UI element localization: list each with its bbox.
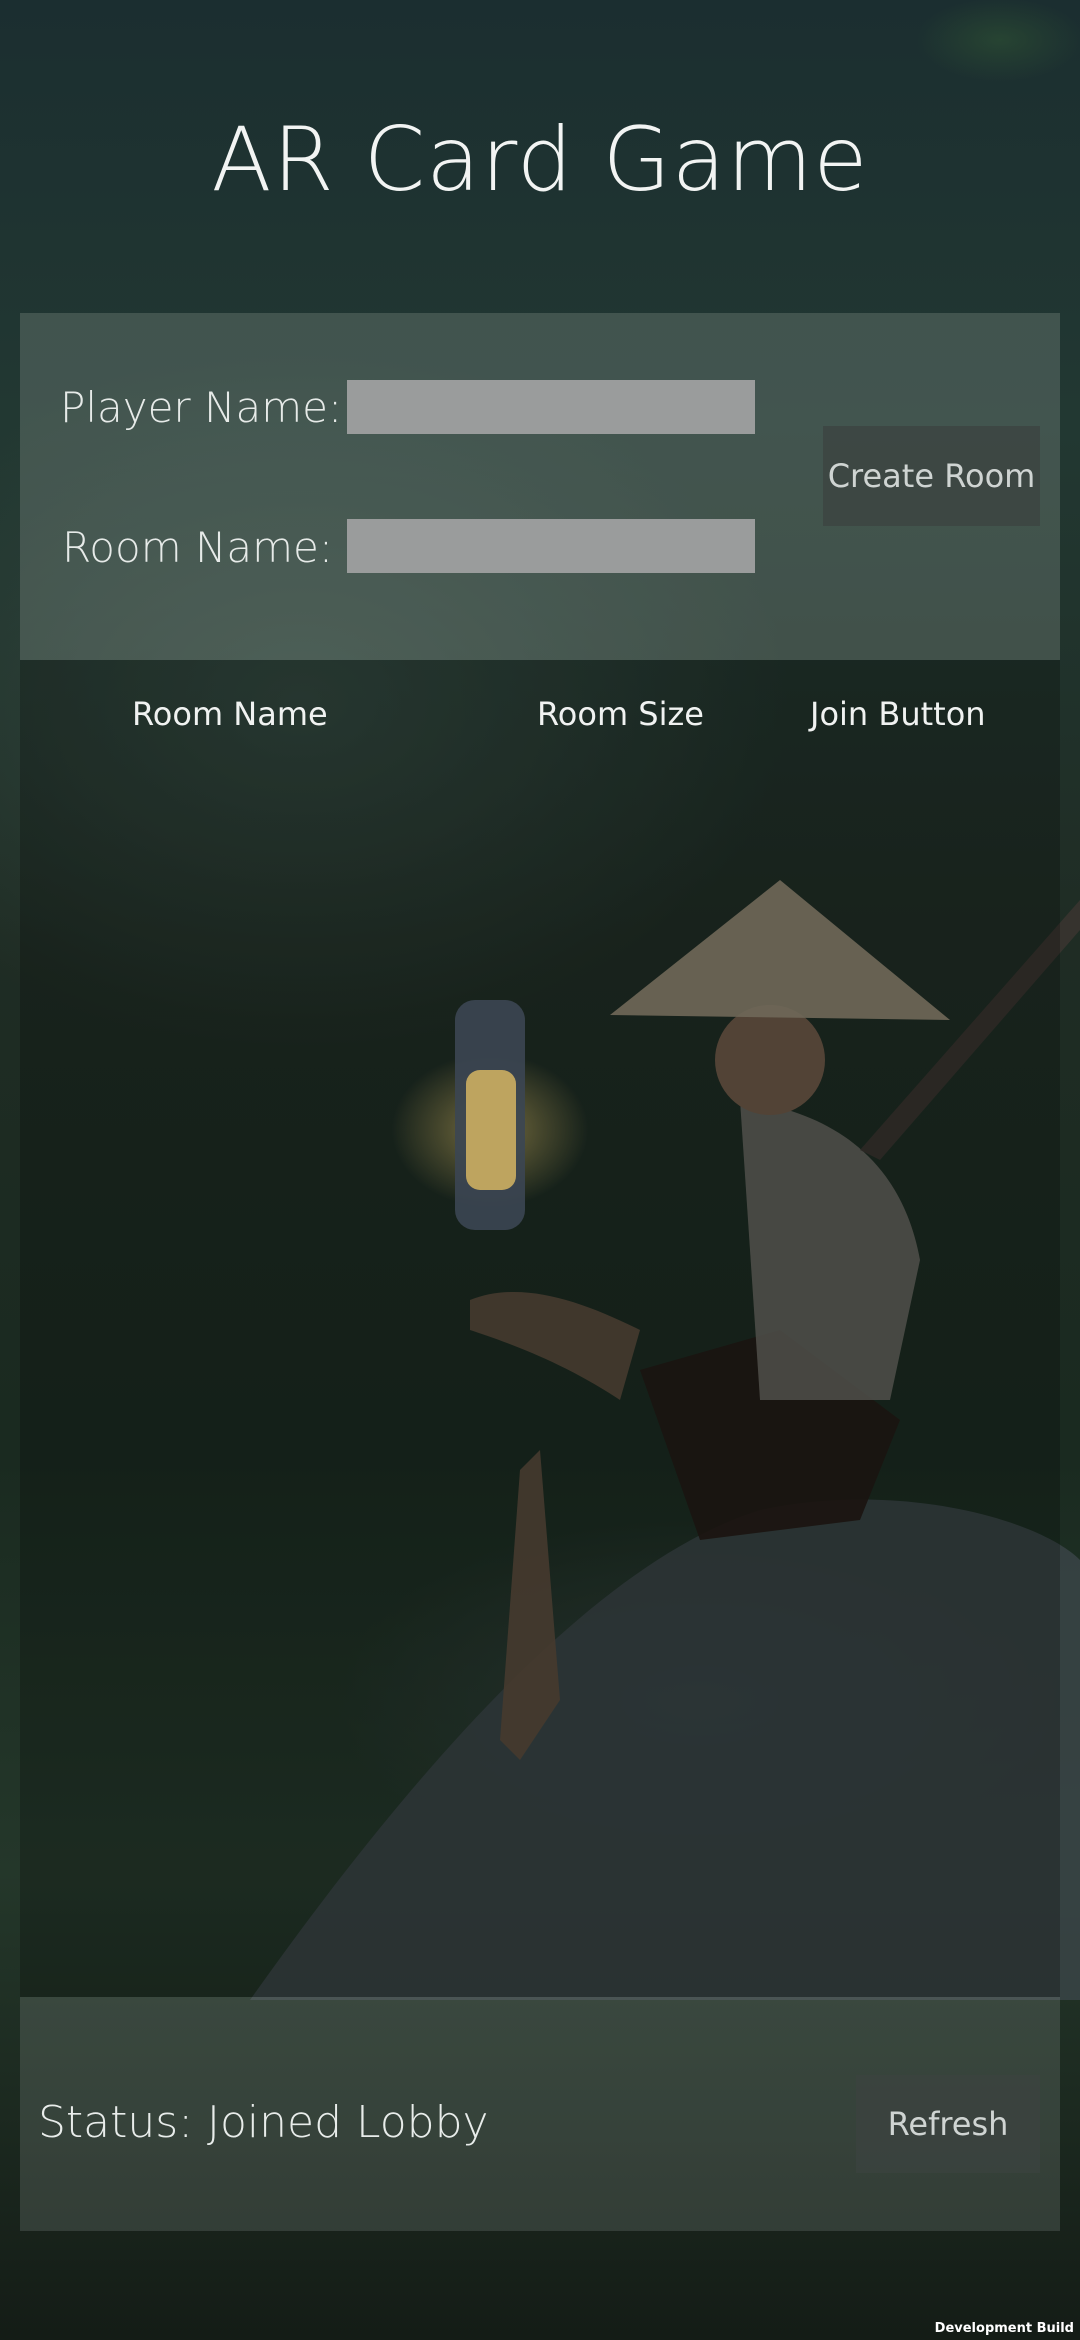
status-text: Status: Joined Lobby (38, 2097, 489, 2148)
status-panel: Status: Joined Lobby Refresh (20, 1997, 1060, 2231)
create-room-button[interactable]: Create Room (823, 426, 1040, 526)
create-room-panel: Player Name: Room Name: Create Room (20, 313, 1060, 660)
column-header-join-button: Join Button (810, 695, 986, 733)
room-name-label: Room Name: (62, 523, 334, 572)
column-header-room-size: Room Size (537, 695, 704, 733)
room-name-input[interactable] (347, 519, 755, 573)
development-build-label: Development Build (934, 2321, 1074, 2336)
app-title: AR Card Game (211, 108, 869, 211)
column-header-room-name: Room Name (132, 695, 328, 733)
refresh-button[interactable]: Refresh (856, 2075, 1040, 2173)
room-list[interactable] (20, 660, 1060, 1997)
player-name-input[interactable] (347, 380, 755, 434)
player-name-label: Player Name: (60, 383, 343, 432)
